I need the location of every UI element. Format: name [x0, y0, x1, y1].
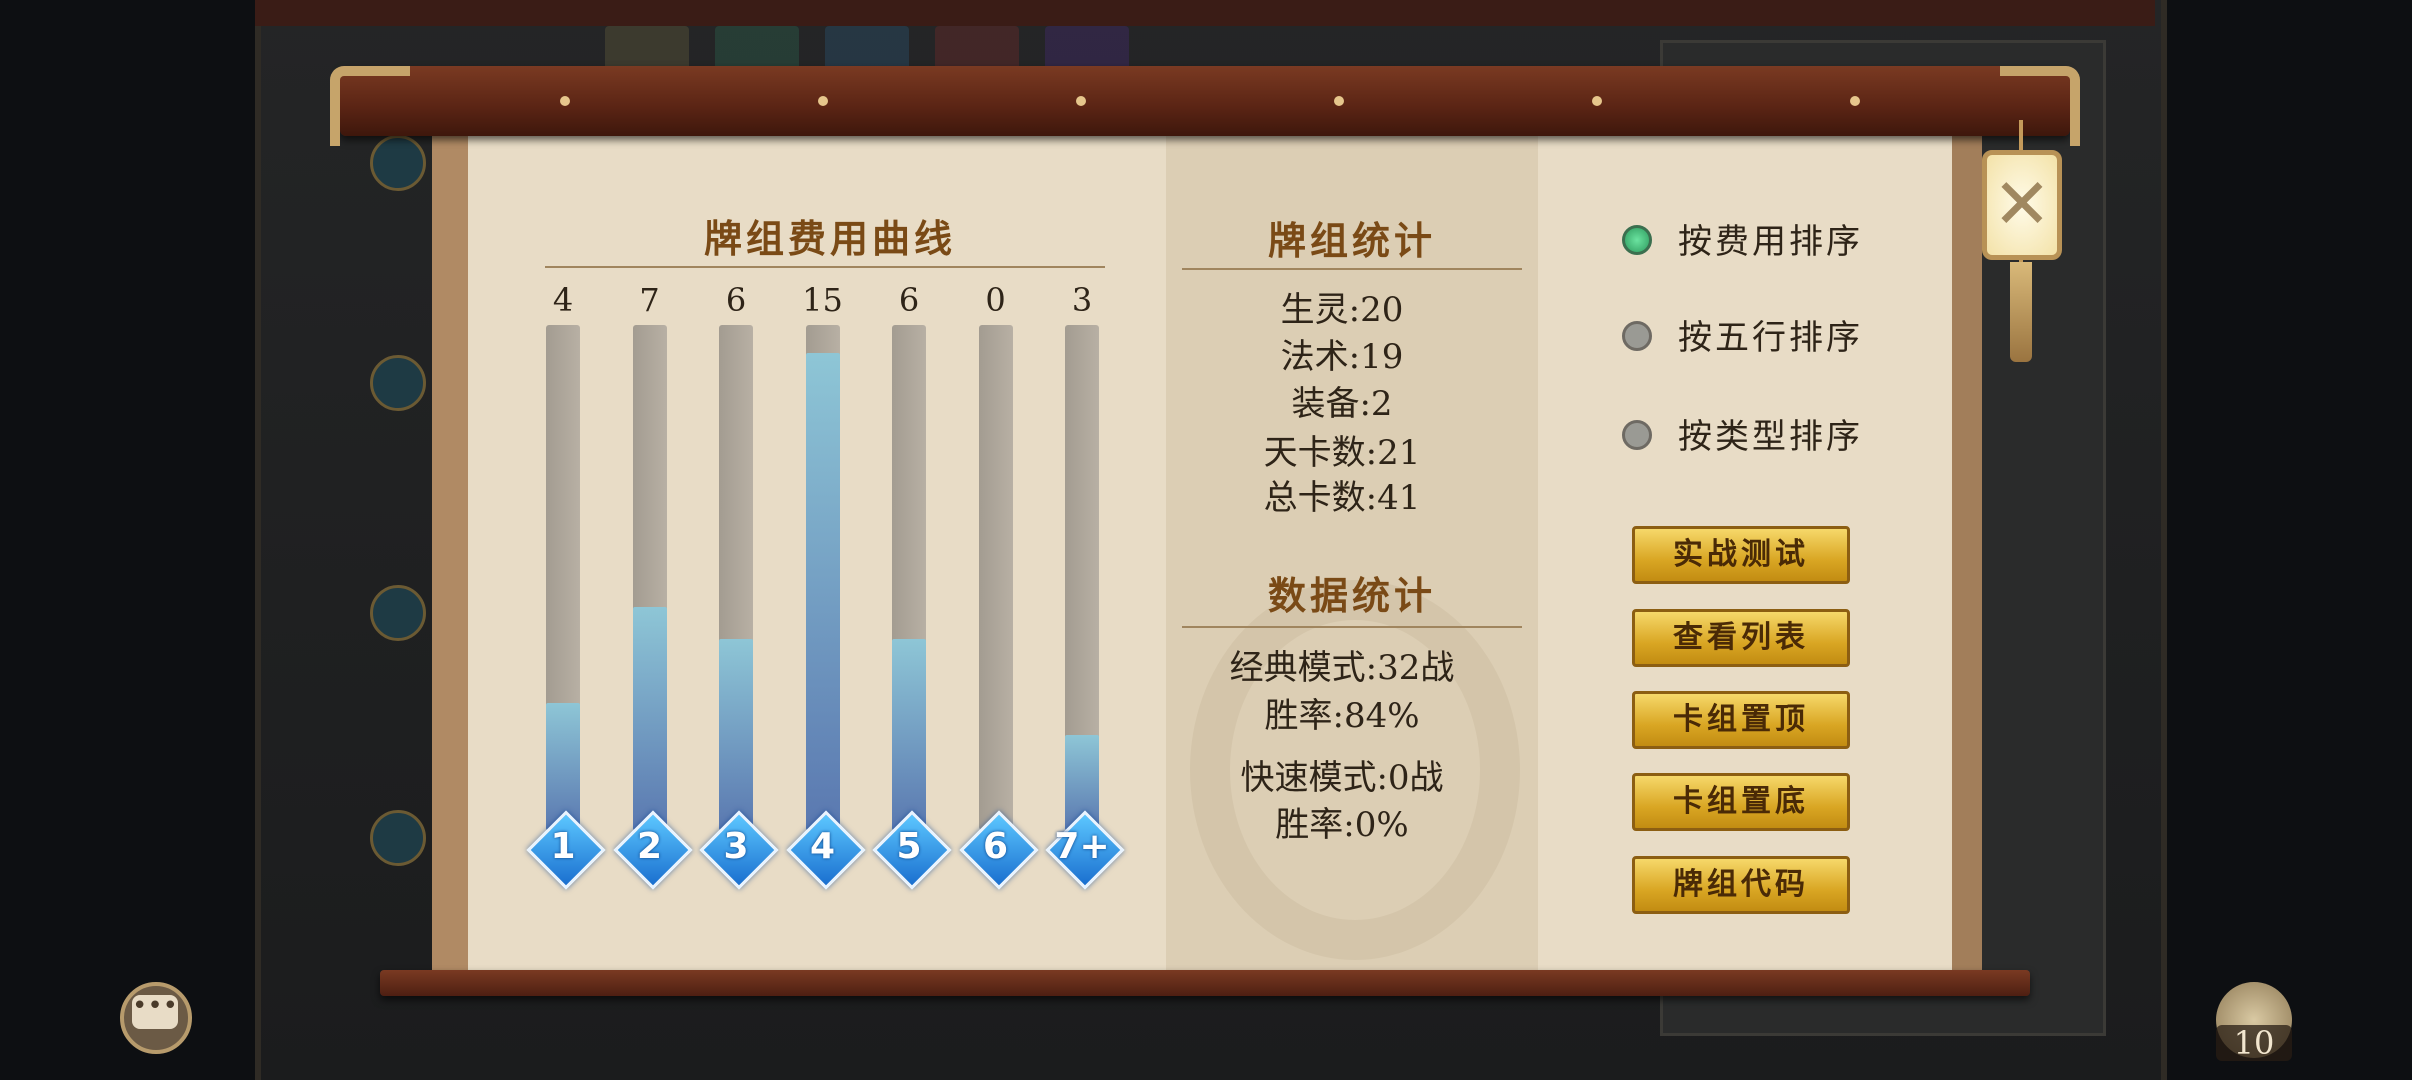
battle-test-button[interactable]: 实战测试 — [1632, 526, 1850, 584]
cost-count-label-1: 4 — [552, 281, 574, 319]
cost-tick-label-6: 6 — [982, 826, 1009, 867]
sort-by-cost-radio[interactable] — [1622, 225, 1652, 255]
background-top-bar — [255, 0, 2155, 26]
cost-bar-5 — [892, 639, 926, 830]
rod-stud — [560, 96, 570, 106]
cost-bar-1 — [546, 702, 580, 830]
cost-count-label-7: 3 — [1071, 281, 1093, 319]
stat-heaven-cards: 天卡数:21 — [1263, 433, 1421, 473]
cost-count-label-2: 7 — [639, 281, 660, 319]
stat-classic-battles: 经典模式:32战 — [1229, 648, 1455, 688]
deck-stats-title: 牌组统计 — [1267, 218, 1436, 263]
rod-cap-left — [330, 66, 410, 146]
cost-bar-3 — [719, 639, 753, 830]
close-button[interactable]: ✕ — [1982, 150, 2062, 260]
stat-quick-battles: 快速模式:0战 — [1240, 758, 1444, 798]
data-stats-rule — [1182, 626, 1522, 628]
chat-icon: ••• — [132, 993, 178, 1029]
rod-stud — [1334, 96, 1344, 106]
stat-creatures: 生灵:20 — [1280, 290, 1404, 330]
deck-code-button[interactable]: 牌组代码 — [1632, 856, 1850, 914]
background-coin — [370, 585, 426, 641]
currency-count: 10 — [2216, 1025, 2292, 1061]
rod-stud — [1592, 96, 1602, 106]
sort-by-cost-label[interactable]: 按费用排序 — [1678, 214, 1863, 263]
scroll-bottom-rod — [380, 970, 2030, 996]
data-stats-title: 数据统计 — [1267, 573, 1436, 618]
cost-count-label-5: 6 — [898, 281, 920, 319]
cost-count-label-6: 0 — [985, 281, 1006, 319]
cost-count-label-4: 15 — [802, 281, 843, 319]
cost-bar-4 — [805, 353, 840, 830]
cost-tick-label-3: 3 — [723, 826, 749, 867]
rod-stud — [1850, 96, 1860, 106]
close-icon: ✕ — [1992, 163, 2052, 245]
stat-spells: 法术:19 — [1280, 337, 1404, 377]
cost-curve-rule — [545, 266, 1105, 268]
background-coin — [370, 810, 426, 866]
rod-stud — [818, 96, 828, 106]
background-coin — [370, 355, 426, 411]
cost-tick-label-5: 5 — [896, 826, 922, 867]
sort-by-type-radio[interactable] — [1622, 420, 1652, 450]
cost-tick-label-7: 7+ — [1054, 826, 1110, 867]
sort-by-type-label[interactable]: 按类型排序 — [1678, 409, 1863, 458]
lantern-tassel — [2010, 262, 2032, 362]
deck-to-bottom-button[interactable]: 卡组置底 — [1632, 773, 1850, 831]
cost-tick-label-4: 4 — [809, 826, 836, 867]
cost-tick-label-2: 2 — [636, 826, 663, 867]
sort-by-element-label[interactable]: 按五行排序 — [1678, 310, 1863, 359]
stat-equipment: 装备:2 — [1291, 384, 1393, 424]
rod-stud — [1076, 96, 1086, 106]
deck-to-top-button[interactable]: 卡组置顶 — [1632, 691, 1850, 749]
scroll-top-rod — [330, 66, 2080, 146]
cost-tick-label-1: 1 — [550, 826, 576, 867]
cost-bar-track-6 — [978, 325, 1013, 830]
sort-by-element-radio[interactable] — [1622, 321, 1652, 351]
rod-cap-right — [2000, 66, 2080, 146]
view-list-button[interactable]: 查看列表 — [1632, 609, 1850, 667]
cost-bar-2 — [632, 607, 667, 830]
deck-stats-rule — [1182, 268, 1522, 270]
cost-curve-title: 牌组费用曲线 — [703, 216, 956, 261]
cost-count-label-3: 6 — [725, 281, 747, 319]
stat-total-cards: 总卡数:41 — [1263, 478, 1421, 518]
stat-classic-winrate: 胜率:84% — [1264, 696, 1420, 736]
stat-quick-winrate: 胜率:0% — [1275, 805, 1409, 845]
